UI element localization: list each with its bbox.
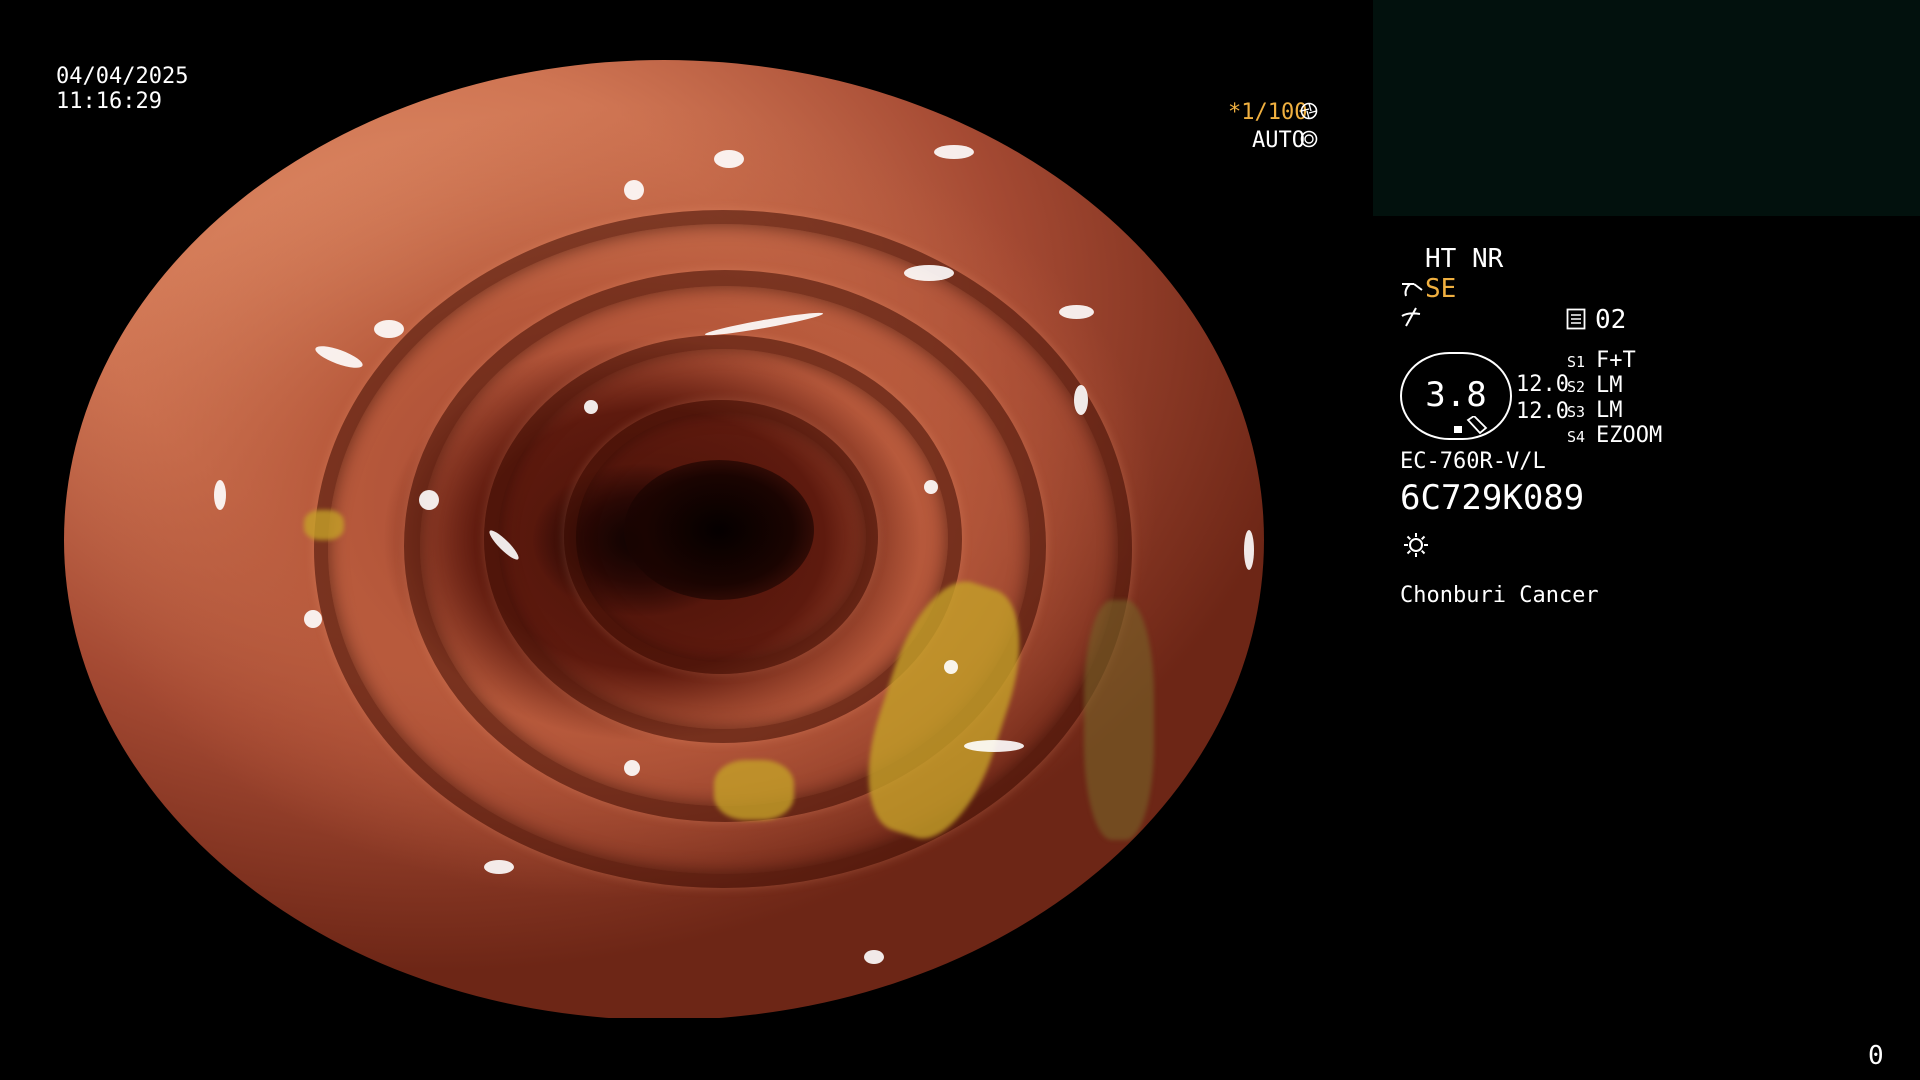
- reflection: [419, 490, 439, 510]
- date-label: 04/04/2025: [56, 64, 189, 89]
- reflection: [304, 610, 322, 628]
- enhance-mode: HT NR: [1425, 244, 1504, 274]
- reflection: [864, 950, 884, 964]
- debris-patch: [1084, 600, 1154, 840]
- switch-value: LM: [1596, 398, 1623, 423]
- scope-model: EC-760R-V/L: [1400, 449, 1546, 474]
- scope-indicator-icon: [1452, 414, 1488, 436]
- reflection: [924, 480, 938, 494]
- reflection: [624, 180, 644, 200]
- reflection: [944, 660, 958, 674]
- aperture-icon: [1300, 102, 1318, 120]
- reflection: [214, 480, 226, 510]
- scope-tip-icon: [1400, 278, 1424, 300]
- switch-key: S3: [1567, 403, 1586, 421]
- frame-mask-top: [0, 0, 1372, 60]
- debris-patch: [304, 510, 344, 540]
- thumbnail-panel: [1373, 0, 1920, 216]
- switch-key: S4: [1567, 428, 1586, 446]
- scope-value: 3.8: [1425, 375, 1487, 415]
- reflection: [1074, 385, 1088, 415]
- switch-key: S2: [1567, 378, 1586, 396]
- reflection: [624, 760, 640, 776]
- reflection: [934, 145, 974, 159]
- structure-mode: SE: [1425, 274, 1457, 304]
- reflection: [964, 740, 1024, 752]
- reflection: [313, 341, 365, 373]
- switch-key: S1: [1567, 353, 1586, 371]
- reflection: [714, 150, 744, 168]
- switch-value: LM: [1596, 373, 1623, 398]
- auto-mode: AUTO: [1252, 128, 1305, 153]
- lumen: [624, 460, 814, 600]
- frame-counter: 0: [1868, 1041, 1884, 1071]
- scope-status-box: 3.8: [1400, 352, 1512, 440]
- sun-icon: [1402, 531, 1430, 559]
- time-label: 11:16:29: [56, 89, 162, 114]
- memory-icon: [1566, 308, 1586, 330]
- frame-mask-bottom: [0, 1018, 1372, 1080]
- slash-icon: [1400, 306, 1422, 328]
- reflection: [1059, 305, 1094, 319]
- reflection: [1244, 530, 1254, 570]
- switch-value: EZOOM: [1596, 423, 1663, 448]
- target-icon: [1300, 130, 1318, 148]
- reflection: [374, 320, 404, 338]
- reflection: [1034, 95, 1089, 141]
- reflection: [484, 860, 514, 874]
- level-bottom: 12.0: [1516, 399, 1569, 424]
- switch-value: F+T: [1596, 348, 1636, 373]
- scope-serial: 6C729K089: [1400, 478, 1585, 518]
- preset-number: 02: [1595, 305, 1627, 335]
- endoscope-view: [64, 60, 1264, 1020]
- institution-name: Chonburi Cancer: [1400, 583, 1599, 608]
- shutter-value: *1/100: [1228, 100, 1308, 125]
- reflection: [584, 400, 598, 414]
- debris-patch: [714, 760, 794, 820]
- level-top: 12.0: [1516, 372, 1569, 397]
- reflection: [904, 265, 954, 281]
